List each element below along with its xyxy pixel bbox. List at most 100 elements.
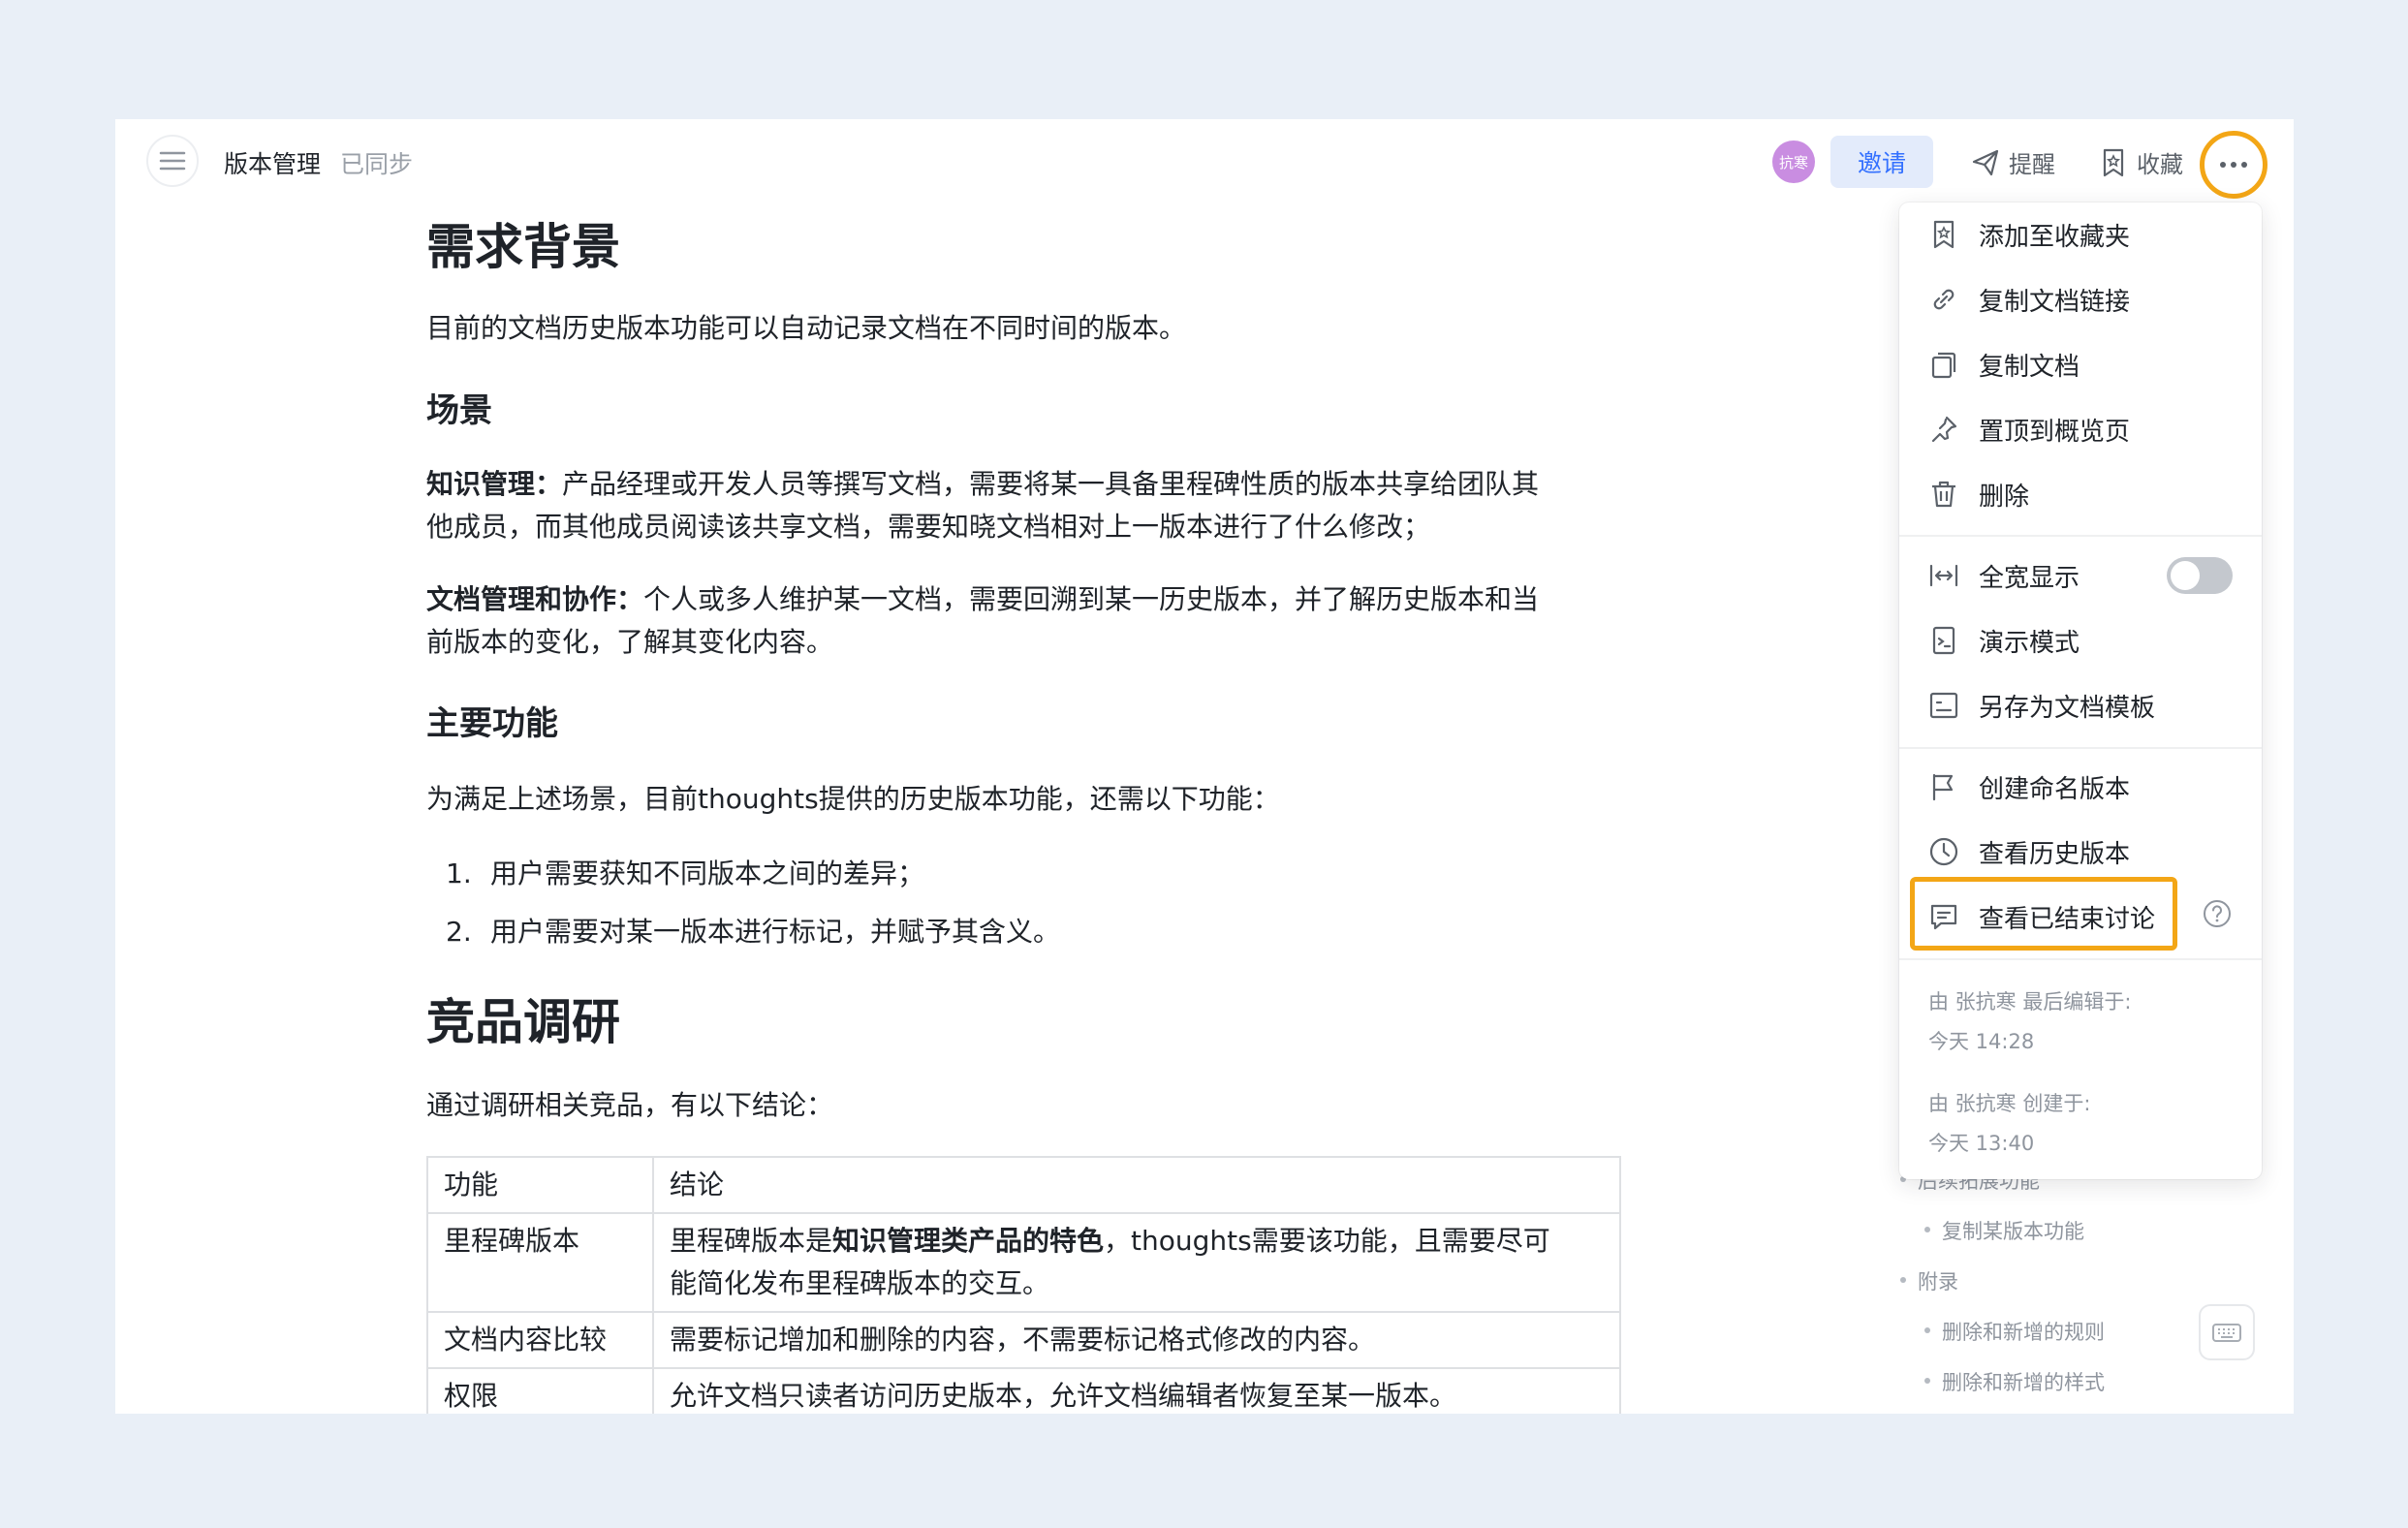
avatar[interactable]: 抗寒 [1772, 140, 1815, 183]
keyboard-icon [2212, 1324, 2241, 1342]
menu-divider [1899, 747, 2262, 749]
menu-item-label: 置顶到概览页 [1979, 417, 2131, 447]
table-row: 权限 允许文档只读者访问历史版本，允许文档编辑者恢复至某一版本。 [428, 1369, 1621, 1414]
menu-item-view-closed-discussions[interactable]: 查看已结束讨论 [1899, 885, 2262, 949]
list-item: 2. 用户需要对某一版本进行标记，并赋予其含义。 [446, 911, 1060, 950]
paragraph-research: 通过调研相关竞品，有以下结论： [426, 1089, 834, 1121]
table-row: 文档内容比较 需要标记增加和删除的内容，不需要标记格式修改的内容。 [428, 1313, 1621, 1369]
last-edited-by: 由 张抗寒 最后编辑于: [1928, 990, 2132, 1013]
heading-research: 竞品调研 [426, 994, 620, 1050]
table-cell: 里程碑版本是知识管理类产品的特色，thoughts需要该功能，且需要尽可 能简化… [654, 1214, 1621, 1313]
heading-background: 需求背景 [426, 219, 620, 275]
menu-item-label: 复制文档 [1979, 352, 2080, 382]
menu-item-delete[interactable]: 删除 [1899, 462, 2262, 526]
last-edited-time: 今天 14:28 [1928, 1030, 2035, 1053]
invite-button[interactable]: 邀请 [1830, 136, 1933, 188]
trash-icon [1932, 481, 1955, 508]
heading-features: 主要功能 [426, 704, 558, 743]
list-number: 2. [446, 916, 472, 948]
expand-width-icon [1929, 564, 1958, 587]
menu-item-copy-doc[interactable]: 复制文档 [1899, 332, 2262, 396]
favorite-label: 收藏 [2137, 151, 2183, 178]
bold-label: 文档管理和协作： [426, 583, 644, 615]
presentation-icon [1932, 626, 1955, 655]
list-item: 1. 用户需要获知不同版本之间的差异； [446, 853, 924, 891]
more-dot [2241, 162, 2247, 168]
list-text: 用户需要获知不同版本之间的差异； [490, 858, 925, 889]
menu-item-pin-overview[interactable]: 置顶到概览页 [1899, 397, 2262, 461]
text: 前版本的变化，了解其变化内容。 [426, 626, 834, 658]
table-cell: 需要标记增加和删除的内容，不需要标记格式修改的内容。 [654, 1313, 1621, 1369]
table-header-row: 功能 结论 [428, 1158, 1621, 1214]
menu-divider [1899, 958, 2262, 960]
paragraph-collaboration: 文档管理和协作：个人或多人维护某一文档，需要回溯到某一历史版本，并了解历史版本和… [426, 578, 1628, 664]
outline-item[interactable]: 删除和新增的样式 [1924, 1367, 2105, 1396]
bookmark-star-icon [1933, 220, 1955, 249]
keyboard-shortcuts-button[interactable] [2199, 1304, 2255, 1360]
heading-scenario: 场景 [426, 391, 492, 430]
bold-text: 知识管理类产品的特色 [832, 1225, 1105, 1257]
menu-item-label: 全宽显示 [1979, 563, 2080, 593]
bookmark-star-icon [2103, 148, 2124, 176]
table-cell: 文档内容比较 [428, 1313, 654, 1369]
copy-icon [1931, 352, 1956, 379]
paragraph-knowledge-management: 知识管理：产品经理或开发人员等撰写文档，需要将某一具备里程碑性质的版本共享给团队… [426, 463, 1628, 548]
menu-item-view-history[interactable]: 查看历史版本 [1899, 820, 2262, 884]
table-cell: 里程碑版本 [428, 1214, 654, 1313]
menu-item-label: 演示模式 [1979, 628, 2080, 658]
bold-label: 知识管理： [426, 468, 563, 500]
text: 能简化发布里程碑版本的交互。 [670, 1267, 1050, 1299]
text: 里程碑版本是 [670, 1225, 833, 1257]
created-by: 由 张抗寒 创建于: [1928, 1092, 2091, 1115]
menu-item-create-named-version[interactable]: 创建命名版本 [1899, 755, 2262, 819]
menu-item-full-width[interactable]: 全宽显示 [1899, 544, 2262, 608]
paragraph-intro: 目前的文档历史版本功能可以自动记录文档在不同时间的版本。 [426, 312, 1187, 344]
table-row: 里程碑版本 里程碑版本是知识管理类产品的特色，thoughts需要该功能，且需要… [428, 1214, 1621, 1313]
research-table: 功能 结论 里程碑版本 里程碑版本是知识管理类产品的特色，thoughts需要该… [426, 1156, 1621, 1414]
hamburger-icon [159, 151, 186, 171]
paper-plane-icon [1972, 149, 1999, 175]
more-options-menu: 添加至收藏夹 复制文档链接 复制文档 置顶到概览页 删除 全宽显示 演示模式 另… [1899, 203, 2262, 1179]
menu-item-label: 查看历史版本 [1979, 839, 2131, 869]
list-text: 用户需要对某一版本进行标记，并赋予其含义。 [490, 916, 1061, 948]
text: 产品经理或开发人员等撰写文档，需要将某一具备里程碑性质的版本共享给团队其 [562, 468, 1540, 500]
menu-divider [1899, 535, 2262, 537]
table-cell: 允许文档只读者访问历史版本，允许文档编辑者恢复至某一版本。 [654, 1369, 1621, 1414]
outline-item[interactable]: 复制某版本功能 [1924, 1216, 2084, 1245]
sidebar-menu-button[interactable] [146, 135, 199, 187]
favorite-button[interactable]: 收藏 [2098, 145, 2183, 179]
text: ，thoughts需要该功能，且需要尽可 [1104, 1225, 1550, 1257]
table-header-cell: 结论 [654, 1158, 1621, 1214]
paragraph-features: 为满足上述场景，目前thoughts提供的历史版本功能，还需以下功能： [426, 783, 1280, 815]
clock-icon [1929, 837, 1958, 866]
menu-item-label: 另存为文档模板 [1979, 693, 2156, 723]
template-icon [1929, 692, 1958, 719]
more-dot [2220, 162, 2226, 168]
menu-item-present[interactable]: 演示模式 [1899, 608, 2262, 672]
comment-icon [1930, 904, 1957, 930]
link-icon [1933, 289, 1955, 310]
doc-title: 版本管理 [224, 150, 322, 178]
text: 个人或多人维护某一文档，需要回溯到某一历史版本，并了解历史版本和当 [643, 583, 1540, 615]
sync-status: 已同步 [340, 150, 414, 178]
menu-item-label: 创建命名版本 [1979, 774, 2131, 804]
menu-item-save-template[interactable]: 另存为文档模板 [1899, 673, 2262, 737]
table-cell: 权限 [428, 1369, 654, 1414]
list-number: 1. [446, 858, 472, 889]
menu-item-label: 复制文档链接 [1979, 287, 2131, 317]
document-window: 版本管理 已同步 抗寒 邀请 提醒 收藏 需求背景 目前的文档历史版本功能可以自… [115, 119, 2294, 1414]
menu-item-label: 添加至收藏夹 [1979, 222, 2131, 252]
text: 他成员，而其他成员阅读该共享文档，需要知晓文档相对上一版本进行了什么修改； [426, 511, 1431, 543]
flag-icon [1932, 773, 1954, 801]
menu-item-label: 查看已结束讨论 [1979, 904, 2156, 934]
pin-icon [1931, 416, 1957, 443]
outline-item[interactable]: 删除和新增的规则 [1924, 1317, 2105, 1346]
outline-item[interactable]: 附录 [1900, 1266, 1958, 1295]
remind-button[interactable]: 提醒 [1970, 145, 2055, 179]
created-time: 今天 13:40 [1928, 1132, 2035, 1155]
menu-item-add-favorite[interactable]: 添加至收藏夹 [1899, 203, 2262, 266]
table-header-cell: 功能 [428, 1158, 654, 1214]
menu-item-copy-link[interactable]: 复制文档链接 [1899, 267, 2262, 331]
more-options-button[interactable] [2200, 131, 2267, 199]
full-width-toggle[interactable] [2167, 557, 2233, 594]
